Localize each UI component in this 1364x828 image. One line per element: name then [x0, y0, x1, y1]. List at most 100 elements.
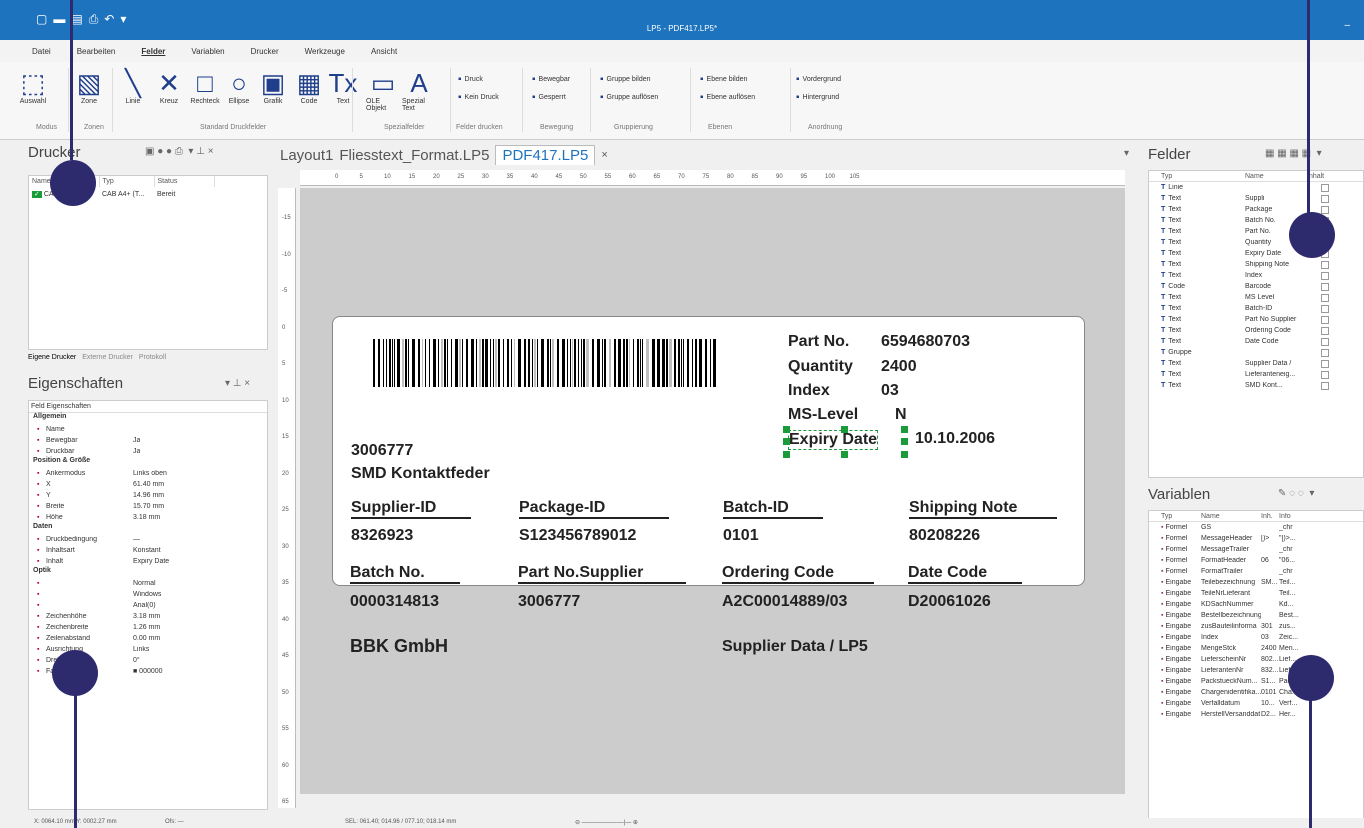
ribbon-button-6[interactable]: ▣ Grafik	[256, 68, 290, 105]
property-row[interactable]: ▪ Inhalt Expiry Date	[29, 556, 267, 567]
variable-row[interactable]: ▪ Eingabe zusBauteilinforma 301 zus...	[1149, 621, 1363, 632]
variable-row[interactable]: ▪ Eingabe TeileNrLieferant Teil...	[1149, 588, 1363, 599]
property-row[interactable]: ▪ Ankermodus Links oben	[29, 468, 267, 479]
field-row[interactable]: T Text Suppli	[1149, 193, 1363, 204]
field-status-checkbox[interactable]	[1321, 282, 1329, 291]
date-code-label[interactable]: Date Code	[908, 564, 1022, 584]
field-row[interactable]: T Text Shipping Note	[1149, 259, 1363, 270]
printer-panel-tools[interactable]: ▣ ● ● ⎙ ▾ ⊥ ×	[145, 146, 214, 157]
variable-row[interactable]: ▪ Eingabe MengeStck 2400 Men...	[1149, 643, 1363, 654]
variables-panel-tools[interactable]: ✎ ◌ ◌ ▾	[1278, 488, 1314, 499]
property-row[interactable]: ▪ Druckbar Ja	[29, 446, 267, 457]
selection-handle[interactable]	[783, 451, 790, 458]
variable-row[interactable]: ▪ Eingabe KDSachNummer Kd...	[1149, 599, 1363, 610]
menu-variablen[interactable]: Variablen	[191, 47, 224, 56]
part-no-value[interactable]: 6594680703	[881, 333, 970, 351]
selection-handle[interactable]	[841, 426, 848, 433]
expiry-value[interactable]: 10.10.2006	[915, 430, 995, 448]
variable-row[interactable]: ▪ Formel FormatHeader 06 "06...	[1149, 555, 1363, 566]
ribbon-small-7[interactable]: ▪ Ebene auflösen	[700, 92, 755, 103]
article-number[interactable]: 3006777	[351, 442, 413, 460]
property-row[interactable]: ▪ Druckbedingung —	[29, 534, 267, 545]
property-row[interactable]: ▪ Inhaltsart Konstant	[29, 545, 267, 556]
variable-row[interactable]: ▪ Eingabe Verfalldatum 10... Verf...	[1149, 698, 1363, 709]
menu-drucker[interactable]: Drucker	[251, 47, 279, 56]
field-status-checkbox[interactable]	[1321, 183, 1329, 192]
field-status-checkbox[interactable]	[1321, 304, 1329, 313]
field-status-checkbox[interactable]	[1321, 359, 1329, 368]
variable-row[interactable]: ▪ Formel FormatTrailer _chr	[1149, 566, 1363, 577]
ribbon-small-8[interactable]: ▪ Vordergrund	[796, 74, 841, 85]
property-row[interactable]: ▪ Normal	[29, 578, 267, 589]
ribbon-button-1[interactable]: ▧ Zone	[72, 68, 106, 105]
variables-column-header[interactable]: Typ	[1149, 513, 1201, 520]
ribbon-button-0[interactable]: ⬚ Auswahl	[16, 68, 50, 105]
property-row[interactable]: ▪ Bewegbar Ja	[29, 435, 267, 446]
batch-id-label[interactable]: Batch-ID	[723, 499, 823, 519]
doc-tab[interactable]: Fliesstext_Format.LP5	[339, 147, 489, 164]
ribbon-button-7[interactable]: ▦ Code	[292, 68, 326, 105]
doc-tab[interactable]: Layout1	[280, 147, 333, 164]
index-label[interactable]: Index	[788, 382, 830, 400]
field-row[interactable]: T Text Batch-ID	[1149, 303, 1363, 314]
ribbon-small-5[interactable]: ▪ Gruppe auflösen	[600, 92, 658, 103]
field-row[interactable]: T Text Ordering Code	[1149, 325, 1363, 336]
ribbon-small-4[interactable]: ▪ Gruppe bilden	[600, 74, 651, 85]
variable-row[interactable]: ▪ Eingabe Index 03 Zeic...	[1149, 632, 1363, 643]
printer-column-header[interactable]: Status	[154, 176, 215, 187]
property-row[interactable]: ▪ Arial(0)	[29, 600, 267, 611]
selection-handle[interactable]	[841, 451, 848, 458]
selection-handle[interactable]	[901, 426, 908, 433]
package-id-value[interactable]: S123456789012	[519, 527, 636, 545]
menu-werkzeuge[interactable]: Werkzeuge	[305, 47, 345, 56]
printer-tab[interactable]: Eigene Drucker	[28, 354, 76, 361]
field-row[interactable]: T Code Barcode	[1149, 281, 1363, 292]
property-row[interactable]: ▪ Zeilenabstand 0.00 mm	[29, 633, 267, 644]
variable-row[interactable]: ▪ Eingabe Teilebezeichnung SM... Teil...	[1149, 577, 1363, 588]
selection-handle[interactable]	[901, 438, 908, 445]
field-row[interactable]: T Text MS Level	[1149, 292, 1363, 303]
field-row[interactable]: T Text Date Code	[1149, 336, 1363, 347]
fields-column-header[interactable]: Name	[1245, 173, 1307, 180]
property-row[interactable]: ▪ Zeichenhöhe 3.18 mm	[29, 611, 267, 622]
ribbon-button-3[interactable]: ✕ Kreuz	[152, 68, 186, 105]
ribbon-button-10[interactable]: A Spezial Text	[402, 68, 436, 112]
field-row[interactable]: T Linie	[1149, 182, 1363, 193]
batch-no-value[interactable]: 0000314813	[350, 593, 439, 611]
printer-tab[interactable]: Externe Drucker	[82, 354, 133, 361]
variables-column-header[interactable]: Name	[1201, 513, 1261, 520]
minimize-button[interactable]: –	[1344, 20, 1350, 31]
property-row[interactable]: ▪ Y 14.96 mm	[29, 490, 267, 501]
property-category[interactable]: Allgemein	[29, 413, 267, 424]
property-row[interactable]: ▪ Breite 15.70 mm	[29, 501, 267, 512]
quantity-label[interactable]: Quantity	[788, 358, 853, 376]
batch-no-label[interactable]: Batch No.	[350, 564, 460, 584]
field-status-checkbox[interactable]	[1321, 293, 1329, 302]
doc-tab[interactable]: PDF417.LP5	[495, 145, 596, 165]
batch-id-value[interactable]: 0101	[723, 527, 759, 545]
field-row[interactable]: T Text Expiry Date	[1149, 248, 1363, 259]
pdf417-barcode[interactable]	[373, 339, 718, 387]
ms-level-label[interactable]: MS-Level	[788, 406, 858, 424]
tab-dropdown-icon[interactable]: ▾	[1124, 148, 1129, 159]
quantity-value[interactable]: 2400	[881, 358, 917, 376]
selection-handle[interactable]	[783, 426, 790, 433]
properties-panel-tools[interactable]: ▾ ⊥ ×	[225, 378, 250, 389]
ribbon-small-6[interactable]: ▪ Ebene bilden	[700, 74, 747, 85]
field-status-checkbox[interactable]	[1321, 370, 1329, 379]
ribbon-button-9[interactable]: ▭ OLE Objekt	[366, 68, 400, 112]
field-status-checkbox[interactable]	[1321, 205, 1329, 214]
package-id-label[interactable]: Package-ID	[519, 499, 669, 519]
part-no-supplier-value[interactable]: 3006777	[518, 593, 580, 611]
part-no-label[interactable]: Part No.	[788, 333, 849, 351]
field-status-checkbox[interactable]	[1321, 348, 1329, 357]
property-row[interactable]: ▪ Zeichenbreite 1.26 mm	[29, 622, 267, 633]
field-row[interactable]: T Text Lieferanteneig...	[1149, 369, 1363, 380]
field-status-checkbox[interactable]	[1321, 260, 1329, 269]
variable-row[interactable]: ▪ Eingabe Bestellbezeichnung Best...	[1149, 610, 1363, 621]
menu-datei[interactable]: Datei	[32, 47, 51, 56]
ribbon-small-9[interactable]: ▪ Hintergrund	[796, 92, 839, 103]
variable-row[interactable]: ▪ Eingabe HerstellVersanddat D2... Her...	[1149, 709, 1363, 720]
vertical-scrollbar[interactable]	[1125, 188, 1139, 808]
ordering-code-label[interactable]: Ordering Code	[722, 564, 874, 584]
